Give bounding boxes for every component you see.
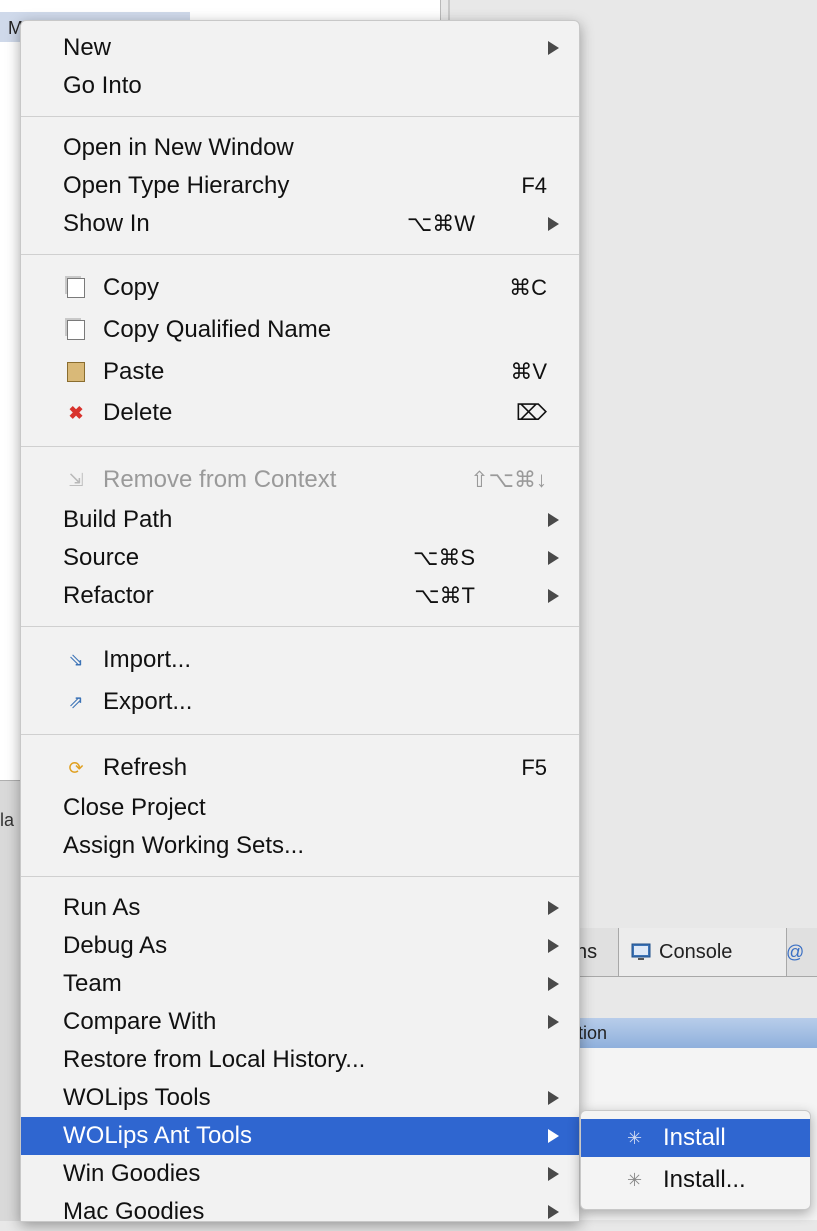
tab-console[interactable]: Console	[618, 928, 787, 976]
submenu-arrow-icon	[548, 1167, 559, 1181]
submenu-arrow-icon	[548, 1091, 559, 1105]
menu-item-open-in-new-window[interactable]: Open in New Window	[21, 129, 579, 167]
import-icon: ⇘	[68, 649, 84, 670]
refresh-icon: ⟳	[68, 757, 84, 778]
submenu-arrow-icon	[548, 977, 559, 991]
menu-item-build-path[interactable]: Build Path	[21, 501, 579, 539]
ant-icon: ✳	[627, 1127, 643, 1148]
menu-separator	[21, 876, 579, 877]
menu-item-close-project[interactable]: Close Project	[21, 789, 579, 827]
menu-item-paste[interactable]: Paste ⌘V	[21, 353, 579, 391]
menu-item-delete[interactable]: ✖ Delete ⌦	[21, 394, 579, 432]
menu-item-copy-qualified-name[interactable]: Copy Qualified Name	[21, 311, 579, 349]
menu-separator	[21, 626, 579, 627]
menu-item-open-type-hierarchy[interactable]: Open Type Hierarchy F4	[21, 167, 579, 205]
console-icon	[631, 943, 651, 960]
submenu-arrow-icon	[548, 513, 559, 527]
menu-item-refresh[interactable]: ⟳ Refresh F5	[21, 749, 579, 787]
menu-item-debug-as[interactable]: Debug As	[21, 927, 579, 965]
tab-console-label: Console	[659, 940, 733, 963]
submenu-arrow-icon	[548, 1129, 559, 1143]
submenu-arrow-icon	[548, 1205, 559, 1219]
menu-item-go-into[interactable]: Go Into	[21, 67, 579, 105]
submenu-item-install-dialog[interactable]: ✳ Install...	[581, 1161, 810, 1199]
wolips-ant-tools-submenu: ✳ Install ✳ Install...	[580, 1110, 811, 1210]
ant-icon: ✳	[627, 1169, 643, 1190]
paste-icon	[65, 361, 87, 383]
tab-javadoc-label: @	[786, 941, 805, 962]
menu-item-copy[interactable]: Copy ⌘C	[21, 269, 579, 307]
shortcut-label: F4	[521, 173, 547, 198]
submenu-arrow-icon	[548, 1015, 559, 1029]
menu-separator	[21, 254, 579, 255]
submenu-arrow-icon	[548, 901, 559, 915]
shortcut-label: ⇧⌥⌘↓	[470, 467, 547, 492]
menu-item-restore-from-local-history[interactable]: Restore from Local History...	[21, 1041, 579, 1079]
lower-left-panel-label: la	[0, 810, 15, 830]
menu-separator	[21, 734, 579, 735]
shortcut-label: ⌦	[515, 400, 547, 425]
submenu-arrow-icon	[548, 939, 559, 953]
shortcut-label: ⌘C	[509, 275, 547, 300]
menu-item-run-as[interactable]: Run As	[21, 889, 579, 927]
submenu-arrow-icon	[548, 217, 559, 231]
copy-qualified-name-icon	[65, 319, 87, 341]
menu-separator	[21, 116, 579, 117]
export-icon: ⇗	[68, 691, 84, 712]
menu-item-export[interactable]: ⇗ Export...	[21, 683, 579, 721]
menu-item-wolips-ant-tools[interactable]: WOLips Ant Tools	[21, 1117, 579, 1155]
shortcut-label: ⌥⌘T	[414, 583, 475, 608]
menu-item-mac-goodies[interactable]: Mac Goodies	[21, 1193, 579, 1231]
copy-icon	[65, 277, 87, 299]
remove-context-icon: ⇲	[68, 469, 84, 490]
shortcut-label: ⌘V	[510, 359, 547, 384]
menu-item-compare-with[interactable]: Compare With	[21, 1003, 579, 1041]
menu-item-source[interactable]: Source ⌥⌘S	[21, 539, 579, 577]
menu-item-win-goodies[interactable]: Win Goodies	[21, 1155, 579, 1193]
delete-icon: ✖	[68, 402, 84, 423]
submenu-arrow-icon	[548, 41, 559, 55]
menu-item-wolips-tools[interactable]: WOLips Tools	[21, 1079, 579, 1117]
lower-left-panel	[0, 780, 20, 1221]
submenu-arrow-icon	[548, 551, 559, 565]
menu-item-import[interactable]: ⇘ Import...	[21, 641, 579, 679]
menu-item-refactor[interactable]: Refactor ⌥⌘T	[21, 577, 579, 615]
shortcut-label: ⌥⌘S	[412, 545, 475, 570]
menu-item-assign-working-sets[interactable]: Assign Working Sets...	[21, 827, 579, 865]
menu-item-show-in[interactable]: Show In ⌥⌘W	[21, 205, 579, 243]
menu-item-new[interactable]: New	[21, 29, 579, 67]
menu-item-remove-from-context: ⇲ Remove from Context ⇧⌥⌘↓	[21, 461, 579, 499]
context-menu: New Go Into Open in New Window Open Type…	[20, 20, 580, 1225]
shortcut-label: F5	[521, 755, 547, 780]
submenu-item-install[interactable]: ✳ Install	[581, 1119, 810, 1157]
submenu-arrow-icon	[548, 589, 559, 603]
tab-javadoc[interactable]: @	[786, 928, 804, 976]
menu-separator	[21, 446, 579, 447]
shortcut-label: ⌥⌘W	[406, 211, 475, 236]
menu-item-team[interactable]: Team	[21, 965, 579, 1003]
